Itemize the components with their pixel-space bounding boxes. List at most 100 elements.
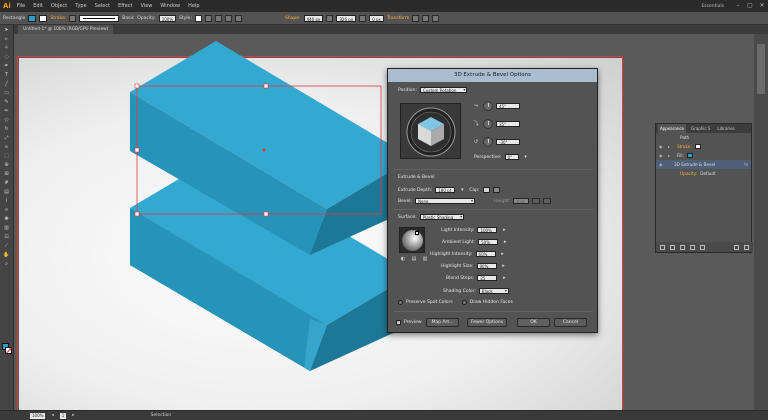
transform-label[interactable]: Transform: [387, 16, 409, 21]
rotation-track-cube[interactable]: [400, 103, 461, 159]
surface-select[interactable]: Plastic Shading: [419, 214, 465, 220]
align-center-icon[interactable]: [422, 14, 430, 22]
visibility-eye-icon[interactable]: ◉: [659, 153, 665, 158]
expand-icon[interactable]: ▸: [668, 144, 674, 149]
type-tool-icon[interactable]: T: [2, 72, 12, 79]
z-rotation-field[interactable]: -30°: [496, 139, 520, 145]
menu-object[interactable]: Object: [51, 3, 67, 9]
fx-icon[interactable]: fx: [744, 162, 748, 167]
highlight-intensity-field[interactable]: 60%: [475, 251, 496, 257]
x-rotation-field[interactable]: 45°: [496, 103, 520, 109]
position-select[interactable]: Custom Rotation: [420, 87, 468, 93]
menu-view[interactable]: View: [141, 3, 153, 9]
stroke-weight-stepper[interactable]: [69, 14, 77, 22]
cap-on-button[interactable]: [482, 187, 490, 193]
ambient-light-slider-icon[interactable]: ▸: [501, 239, 509, 245]
delete-light-icon[interactable]: ▥: [421, 256, 429, 262]
line-tool-icon[interactable]: ╱: [2, 81, 12, 88]
duplicate-item-icon[interactable]: [734, 244, 739, 250]
maximize-icon[interactable]: ▢: [744, 0, 756, 12]
visibility-eye-icon[interactable]: ◉: [659, 144, 665, 149]
y-rotation-dial[interactable]: [483, 119, 493, 129]
light-intensity-field[interactable]: 100%: [477, 227, 498, 233]
fill-swatch[interactable]: [28, 14, 37, 22]
stroke-label[interactable]: Stroke:: [50, 16, 66, 21]
lighting-sphere[interactable]: [402, 230, 423, 251]
map-art-button[interactable]: Map Art...: [426, 318, 459, 327]
magic-wand-tool-icon[interactable]: ✧: [2, 45, 12, 52]
perspective-grid-tool-icon[interactable]: ⊞: [2, 171, 12, 178]
hand-tool-icon[interactable]: ✋: [2, 252, 12, 259]
delete-item-icon[interactable]: [744, 244, 749, 250]
gradient-tool-icon[interactable]: ▤: [2, 189, 12, 196]
style-swatch[interactable]: [194, 14, 202, 22]
menu-edit[interactable]: Edit: [33, 3, 43, 9]
rotate-tool-icon[interactable]: ↻: [2, 126, 12, 133]
shape-builder-tool-icon[interactable]: ⊕: [2, 162, 12, 169]
vertical-scrollbar[interactable]: [754, 34, 768, 410]
width-field[interactable]: 440 px: [303, 14, 324, 22]
appearance-opacity-row[interactable]: Opacity: Default: [656, 169, 751, 178]
menu-file[interactable]: File: [17, 3, 25, 9]
tab-appearance[interactable]: Appearance: [658, 124, 687, 133]
align-left-icon[interactable]: [412, 14, 420, 22]
appearance-opacity-label[interactable]: Opacity:: [680, 171, 697, 176]
perspective-slider-icon[interactable]: ▾: [522, 154, 530, 160]
blend-steps-field[interactable]: 25: [477, 275, 498, 281]
cancel-button[interactable]: Cancel: [554, 318, 587, 327]
width-tool-icon[interactable]: ≈: [2, 144, 12, 151]
shape-label[interactable]: Shape:: [285, 16, 301, 21]
x-rotation-dial[interactable]: [483, 101, 493, 111]
blend-tool-icon[interactable]: ∞: [2, 207, 12, 214]
corner-type-icon[interactable]: [359, 14, 367, 22]
align-icon[interactable]: [204, 14, 212, 22]
stroke-color-box[interactable]: [5, 347, 12, 354]
canvas-area[interactable]: [14, 34, 754, 410]
blend-steps-slider-icon[interactable]: ▸: [500, 275, 508, 281]
bevel-select[interactable]: None: [415, 198, 476, 204]
recolor-icon[interactable]: [214, 14, 222, 22]
workspace-switcher[interactable]: Essentials: [701, 4, 724, 9]
selection-tool-icon[interactable]: ➤: [2, 27, 12, 34]
fewer-options-button[interactable]: Fewer Options: [467, 318, 507, 327]
menu-window[interactable]: Window: [160, 3, 180, 9]
corner-radius-field[interactable]: 0 px: [369, 14, 384, 22]
highlight-size-field[interactable]: 90%: [476, 263, 497, 269]
artboard-tool-icon[interactable]: ⊡: [2, 234, 12, 241]
rectangle-tool-icon[interactable]: ▭: [2, 90, 12, 97]
add-fill-icon[interactable]: [670, 244, 675, 250]
clear-appearance-icon[interactable]: [690, 244, 695, 250]
eyedropper-tool-icon[interactable]: ⌇: [2, 198, 12, 205]
visibility-eye-icon[interactable]: ◉: [659, 162, 665, 167]
add-effect-icon[interactable]: [680, 244, 685, 250]
height-field[interactable]: 326 px: [336, 14, 357, 22]
appearance-stroke-row[interactable]: ◉ ▸ Stroke:: [656, 142, 751, 151]
preview-checkbox[interactable]: [396, 319, 401, 325]
light-intensity-slider-icon[interactable]: ▸: [500, 227, 508, 233]
graph-tool-icon[interactable]: ▥: [2, 225, 12, 232]
bevel-in-button[interactable]: [543, 198, 552, 204]
stroke-swatch[interactable]: [39, 14, 48, 22]
dialog-title[interactable]: 3D Extrude & Bevel Options: [388, 69, 597, 82]
menu-effect[interactable]: Effect: [118, 3, 132, 9]
zoom-field[interactable]: 100%: [30, 412, 46, 419]
appearance-stroke-label[interactable]: Stroke:: [677, 144, 692, 149]
new-light-icon[interactable]: ▤: [410, 256, 418, 262]
extrude-depth-slider-icon[interactable]: ▾: [458, 187, 466, 193]
mesh-tool-icon[interactable]: #: [2, 180, 12, 187]
paintbrush-tool-icon[interactable]: ✎: [2, 99, 12, 106]
lasso-tool-icon[interactable]: ◌: [2, 54, 12, 61]
expand-icon[interactable]: ▸: [668, 153, 674, 158]
direct-selection-tool-icon[interactable]: ▹: [2, 36, 12, 43]
artwork[interactable]: [14, 34, 754, 410]
lighting-sphere-preview[interactable]: [399, 227, 425, 253]
scale-tool-icon[interactable]: ⤢: [2, 135, 12, 142]
add-stroke-icon[interactable]: [660, 244, 665, 250]
bevel-out-button[interactable]: [532, 198, 541, 204]
z-rotation-dial[interactable]: [483, 137, 493, 147]
highlight-size-slider-icon[interactable]: ▸: [500, 263, 508, 269]
perspective-field[interactable]: 0°: [504, 154, 519, 160]
zoom-tool-icon[interactable]: ⌕: [2, 261, 12, 268]
appearance-fill-row[interactable]: ◉ ▸ Fill:: [656, 151, 751, 160]
bevel-height-field[interactable]: 4 pt: [513, 198, 530, 204]
